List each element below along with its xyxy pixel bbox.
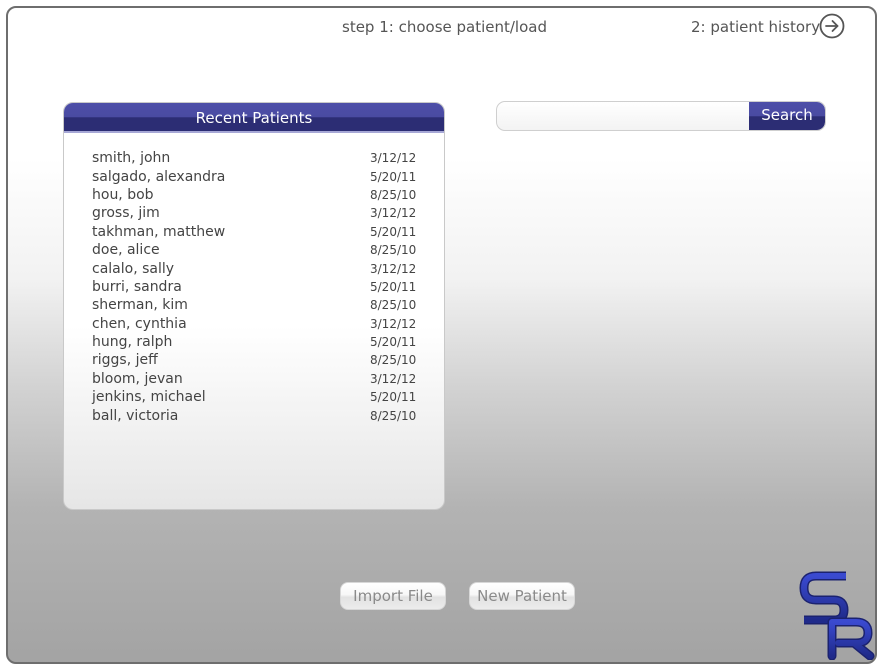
patient-name: salgado, alexandra [92, 168, 226, 185]
app-window: step 1: choose patient/load 2: patient h… [6, 6, 877, 664]
patient-row[interactable]: jenkins, michael 5/20/11 [92, 388, 417, 406]
patient-row[interactable]: chen, cynthia 3/12/12 [92, 315, 417, 333]
patient-date: 5/20/11 [370, 335, 417, 350]
patient-date: 3/12/12 [370, 206, 417, 221]
patient-date: 5/20/11 [370, 279, 417, 294]
patient-row[interactable]: hung, ralph 5/20/11 [92, 333, 417, 351]
patient-date: 8/25/10 [370, 187, 417, 202]
patient-name: ball, victoria [92, 407, 179, 424]
patient-date: 8/25/10 [370, 408, 417, 423]
patient-list: smith, john 3/12/12 salgado, alexandra 5/20… [92, 149, 417, 425]
patient-name: smith, john [92, 150, 171, 167]
patient-row[interactable]: gross, jim 3/12/12 [92, 204, 417, 222]
patient-row[interactable]: hou, bob 8/25/10 [92, 186, 417, 204]
search-button[interactable]: Search [749, 102, 825, 130]
patient-date: 3/12/12 [370, 371, 417, 386]
patient-name: hung, ralph [92, 334, 173, 351]
patient-row[interactable]: calalo, sally 3/12/12 [92, 259, 417, 277]
patient-name: bloom, jevan [92, 370, 183, 387]
search-input[interactable] [497, 102, 749, 130]
sr-logo [798, 570, 875, 661]
patient-row[interactable]: ball, victoria 8/25/10 [92, 406, 417, 424]
arrow-right-circle-icon[interactable] [819, 13, 845, 39]
patient-row[interactable]: smith, john 3/12/12 [92, 149, 417, 167]
patient-name: sherman, kim [92, 297, 188, 314]
patient-date: 3/12/12 [370, 151, 417, 166]
patient-row[interactable]: salgado, alexandra 5/20/11 [92, 167, 417, 185]
patient-date: 8/25/10 [370, 353, 417, 368]
import-file-button[interactable]: Import File [340, 582, 446, 610]
patient-row[interactable]: takhman, matthew 5/20/11 [92, 223, 417, 241]
patient-name: hou, bob [92, 186, 154, 203]
patient-name: burri, sandra [92, 278, 182, 295]
patient-date: 3/12/12 [370, 316, 417, 331]
recent-patients-title: Recent Patients [195, 109, 313, 127]
patient-date: 8/25/10 [370, 243, 417, 258]
patient-date: 8/25/10 [370, 298, 417, 313]
patient-name: doe, alice [92, 242, 160, 259]
step1-label: step 1: choose patient/load [342, 18, 547, 36]
patient-row[interactable]: doe, alice 8/25/10 [92, 241, 417, 259]
new-patient-button[interactable]: New Patient [469, 582, 575, 610]
patient-row[interactable]: sherman, kim 8/25/10 [92, 296, 417, 314]
patient-name: takhman, matthew [92, 223, 226, 240]
patient-row[interactable]: bloom, jevan 3/12/12 [92, 370, 417, 388]
patient-date: 5/20/11 [370, 224, 417, 239]
step2-label[interactable]: 2: patient history [691, 18, 820, 36]
recent-patients-header: Recent Patients [64, 103, 444, 133]
patient-row[interactable]: riggs, jeff 8/25/10 [92, 351, 417, 369]
app-frame: step 1: choose patient/load 2: patient h… [0, 0, 883, 670]
recent-patients-panel: Recent Patients smith, john 3/12/12 salgad… [63, 102, 445, 510]
patient-date: 3/12/12 [370, 261, 417, 276]
patient-date: 5/20/11 [370, 169, 417, 184]
patient-name: calalo, sally [92, 260, 175, 277]
patient-name: chen, cynthia [92, 315, 187, 332]
patient-name: gross, jim [92, 205, 160, 222]
patient-row[interactable]: burri, sandra 5/20/11 [92, 278, 417, 296]
patient-name: jenkins, michael [92, 389, 206, 406]
patient-name: riggs, jeff [92, 352, 158, 369]
patient-date: 5/20/11 [370, 390, 417, 405]
search-bar: Search [496, 101, 826, 131]
